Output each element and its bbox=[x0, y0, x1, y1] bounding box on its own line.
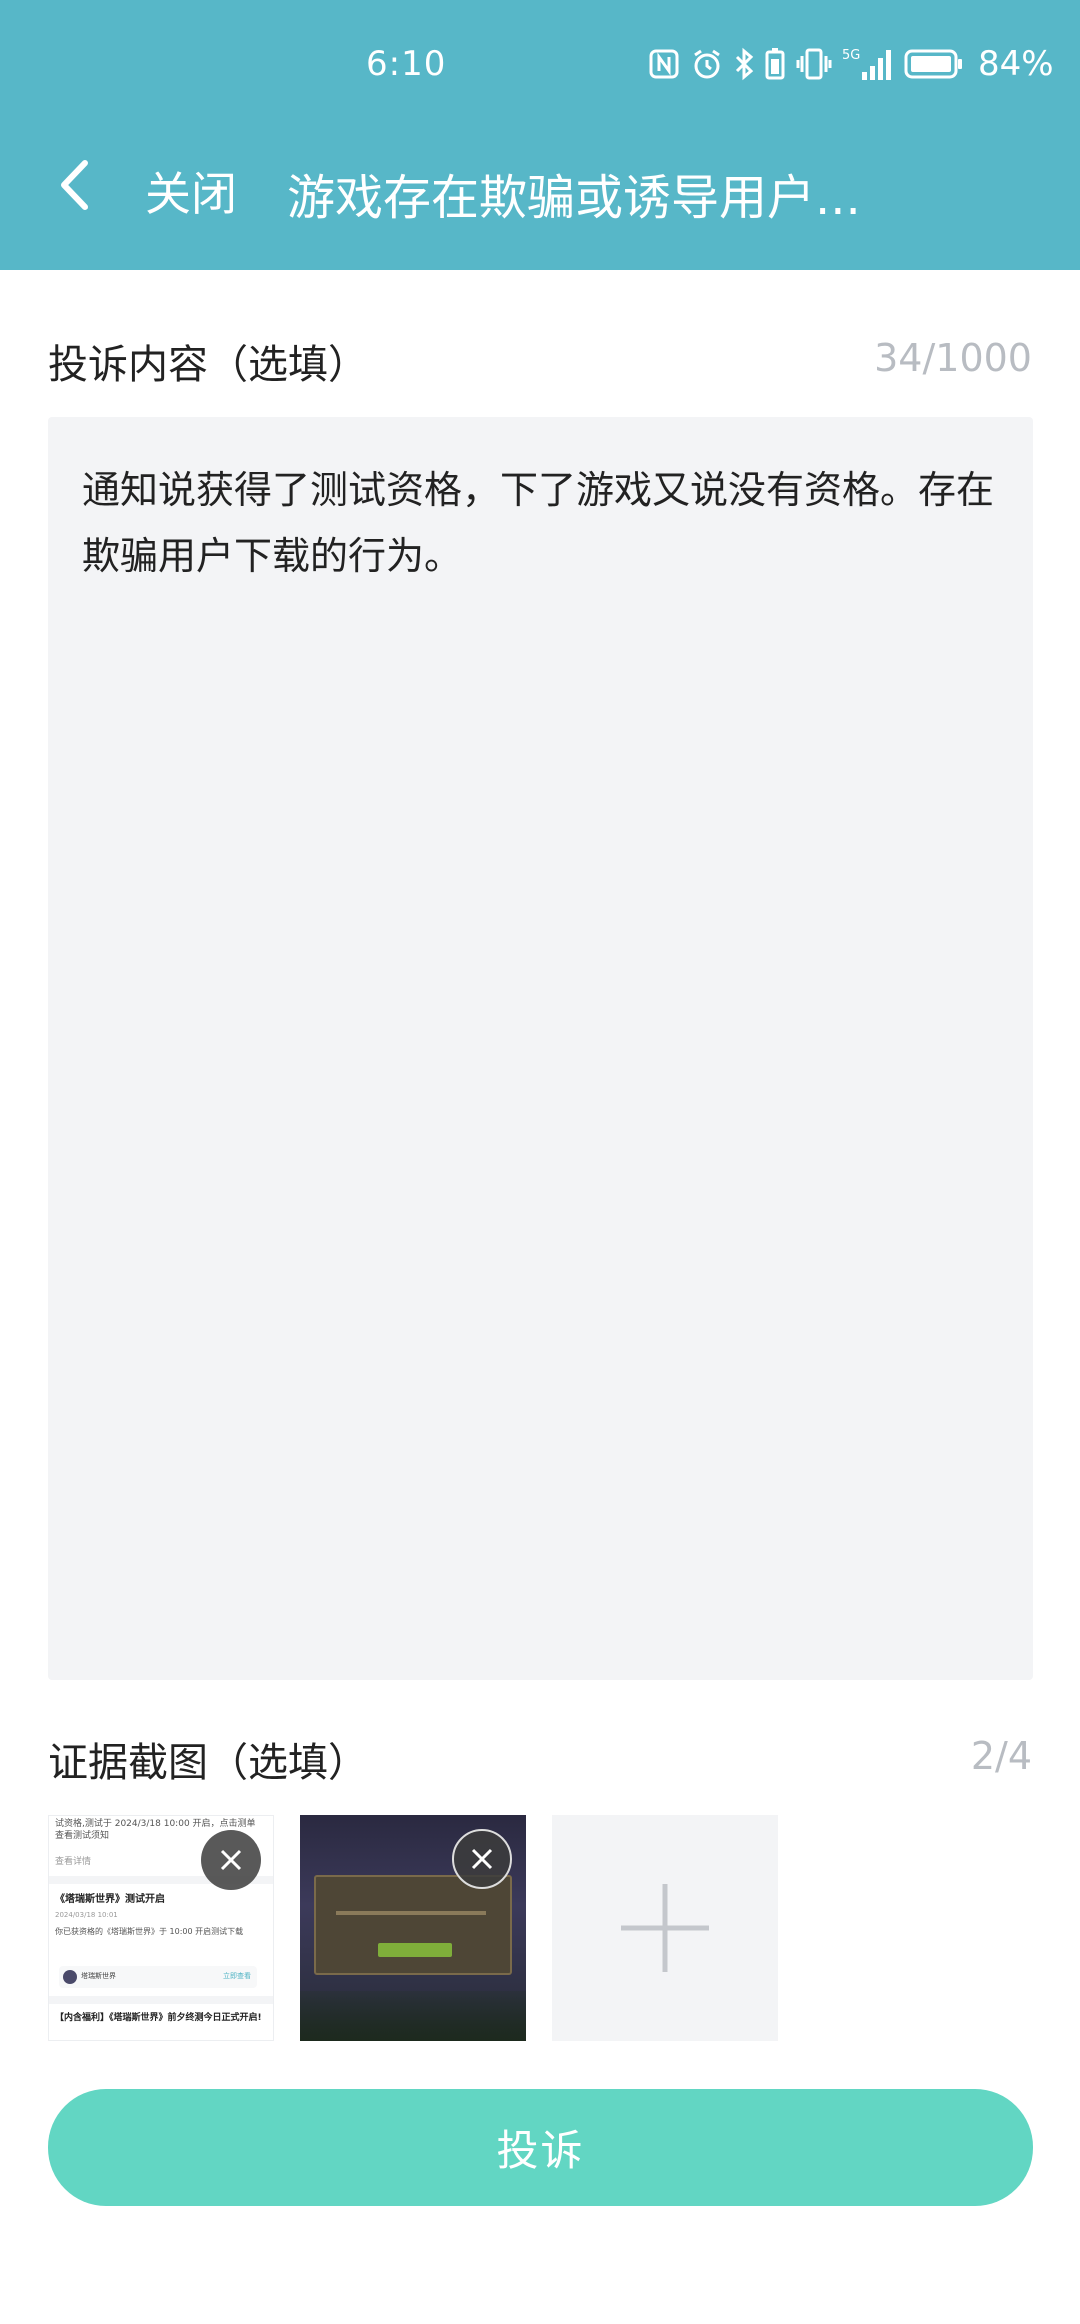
battery-saver-icon bbox=[765, 48, 785, 80]
status-icons: 5G 84% bbox=[648, 44, 1054, 84]
complaint-textarea[interactable]: 通知说获得了测试资格，下了游戏又说没有资格。存在欺骗用户下载的行为。 bbox=[48, 417, 1033, 1680]
evidence-thumbnails: 试资格,测试于 2024/3/18 10:00 开启，点击测单 查看测试须知 查… bbox=[48, 1815, 778, 2041]
signal-icon: 5G bbox=[842, 48, 891, 80]
status-bar: 6:10 5G 84% bbox=[0, 0, 1080, 130]
thumb1-card-footer: 塔瑞斯世界 立即查看 bbox=[59, 1966, 257, 1988]
remove-thumbnail-1-button[interactable] bbox=[201, 1830, 261, 1890]
thumb2-dialog-button bbox=[378, 1943, 452, 1957]
alarm-icon bbox=[694, 49, 720, 79]
remove-thumbnail-2-button[interactable] bbox=[452, 1829, 512, 1889]
submit-complaint-button[interactable]: 投诉 bbox=[48, 2089, 1033, 2206]
bluetooth-icon bbox=[735, 47, 754, 81]
thumb1-game-name: 塔瑞斯世界 bbox=[81, 1972, 116, 1980]
thumb1-footer: 【内含福利】《塔瑞斯世界》前夕终测今日正式开启! bbox=[55, 2013, 262, 2023]
thumb2-dialog bbox=[314, 1875, 512, 1975]
battery-icon bbox=[904, 49, 962, 79]
nav-bar: 关闭 游戏存在欺骗或诱导用户... bbox=[0, 130, 1080, 240]
page-title: 游戏存在欺骗或诱导用户... bbox=[287, 170, 861, 226]
thumb1-line1: 试资格,测试于 2024/3/18 10:00 开启，点击测单 bbox=[55, 1819, 256, 1829]
vibrate-icon bbox=[796, 48, 832, 80]
thumb1-game-avatar bbox=[63, 1970, 77, 1984]
evidence-thumbnail-1[interactable]: 试资格,测试于 2024/3/18 10:00 开启，点击测单 查看测试须知 查… bbox=[48, 1815, 274, 2041]
evidence-label: 证据截图（选填） bbox=[48, 1740, 368, 1786]
plus-icon bbox=[621, 1884, 709, 1972]
complaint-label: 投诉内容（选填） bbox=[48, 342, 368, 388]
back-button[interactable] bbox=[44, 150, 104, 220]
thumb1-card-title: 《塔瑞斯世界》测试开启 bbox=[55, 1894, 165, 1905]
thumb1-divider-2 bbox=[49, 1996, 273, 2004]
thumb2-scene bbox=[300, 1991, 526, 2041]
thumb1-game-action: 立即查看 bbox=[223, 1972, 251, 1980]
thumb1-card-date: 2024/03/18 10:01 bbox=[55, 1911, 118, 1919]
chevron-left-icon bbox=[61, 160, 88, 210]
close-icon bbox=[471, 1848, 493, 1870]
evidence-thumbnail-2[interactable] bbox=[300, 1815, 526, 2041]
svg-text:5G: 5G bbox=[842, 48, 860, 63]
close-button[interactable]: 关闭 bbox=[145, 158, 237, 224]
battery-percent: 84% bbox=[978, 44, 1054, 84]
thumb2-dialog-text bbox=[336, 1911, 486, 1915]
thumb1-card-body: 你已获资格的《塔瑞斯世界》于 10:00 开启测试下载 bbox=[55, 1927, 244, 1936]
top-bar: 6:10 5G 84% 关闭 游戏存在欺骗或诱导用户... bbox=[0, 0, 1080, 270]
add-screenshot-button[interactable] bbox=[552, 1815, 778, 2041]
evidence-counter: 2/4 bbox=[970, 1734, 1032, 1778]
status-time: 6:10 bbox=[366, 44, 447, 84]
nfc-icon bbox=[649, 49, 679, 79]
close-icon bbox=[220, 1849, 242, 1871]
complaint-char-counter: 34/1000 bbox=[874, 336, 1032, 380]
